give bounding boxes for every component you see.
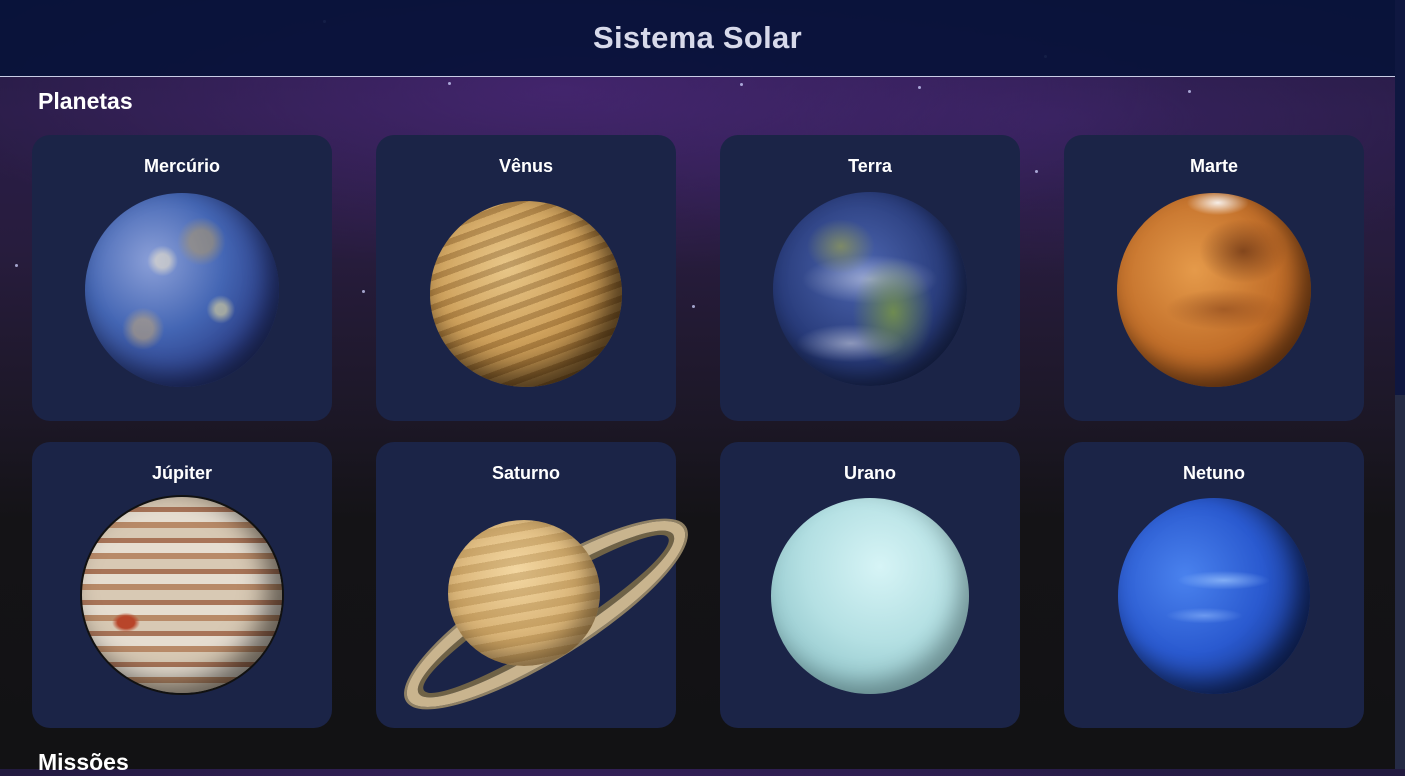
planets-grid: Mercúrio Vênus Terra Marte Júpiter Satur… <box>32 135 1364 736</box>
mars-image <box>1117 193 1311 387</box>
scrollbar-thumb[interactable] <box>1395 0 1405 395</box>
saturn-body <box>448 520 600 666</box>
planet-name: Vênus <box>498 156 554 176</box>
planet-card-netuno[interactable]: Netuno <box>1064 442 1364 728</box>
planet-card-jupiter[interactable]: Júpiter <box>32 442 332 728</box>
earth-image <box>773 192 967 386</box>
planet-name: Urano <box>843 463 896 483</box>
planet-name: Netuno <box>1183 463 1245 483</box>
planet-name: Terra <box>848 156 892 176</box>
saturn-image <box>376 490 706 736</box>
planet-name: Saturno <box>491 463 560 483</box>
site-header: Sistema Solar <box>0 0 1395 77</box>
planet-card-venus[interactable]: Vênus <box>376 135 676 421</box>
planet-card-marte[interactable]: Marte <box>1064 135 1364 421</box>
missions-section-title: Missões <box>38 749 129 775</box>
venus-image <box>430 201 622 387</box>
planets-section-title: Planetas <box>38 88 133 114</box>
jupiter-image <box>82 497 282 693</box>
page-scrollbar[interactable] <box>1395 0 1405 769</box>
planet-name: Marte <box>1189 156 1238 176</box>
planet-card-saturno[interactable]: Saturno <box>376 442 706 736</box>
planet-name: Júpiter <box>151 463 212 483</box>
planet-name: Mercúrio <box>143 156 221 176</box>
uranus-image <box>771 498 969 694</box>
planet-card-mercurio[interactable]: Mercúrio <box>32 135 332 421</box>
mercury-image <box>85 193 279 387</box>
neptune-image <box>1118 498 1310 694</box>
planet-card-terra[interactable]: Terra <box>720 135 1020 421</box>
planet-card-urano[interactable]: Urano <box>720 442 1020 728</box>
scrollbar-track[interactable] <box>1395 395 1405 769</box>
page-title: Sistema Solar <box>593 20 802 55</box>
